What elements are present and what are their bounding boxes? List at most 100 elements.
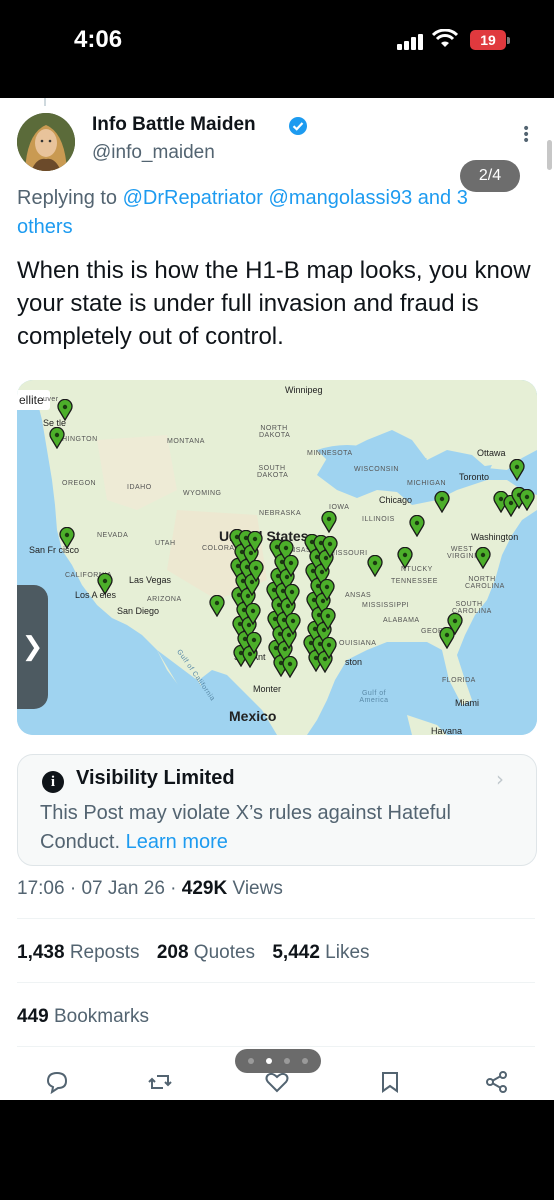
map-label: NORTH DAKOTA [259,425,291,439]
tweet-text: When this is how the H1-B map looks, you… [17,257,531,350]
author-handle[interactable]: @info_maiden [92,142,215,164]
map-pin-icon [285,613,301,635]
map-pin-icon [519,489,535,511]
map-label: San Diego [117,606,160,616]
map-pin-icon [49,427,65,449]
map-pin-icon [397,547,413,569]
map-image[interactable]: ellite ❯ Winnipeg NORTH DAKOTA MONTANA M… [17,380,537,735]
divider [17,982,535,983]
map-pin-icon [367,555,383,577]
map-pin-icon [59,527,75,549]
reposts-stat[interactable]: 1,438 Reposts [17,942,140,963]
map-label: NORTH CAROLINA [465,576,505,590]
map-label: NEBRASKA [259,510,302,517]
divider [17,1046,535,1047]
repost-icon[interactable] [147,1070,173,1094]
map-label: Washington [471,532,519,542]
more-options-icon[interactable]: • • • [522,122,530,148]
map-label: Chicago [379,495,413,505]
share-icon[interactable] [484,1070,510,1094]
wifi-icon [432,29,458,47]
map-label: SOUTH DAKOTA [257,465,289,479]
info-icon: i [42,771,64,793]
map-label: ARIZONA [147,596,182,603]
map-pin-icon [319,579,335,601]
reply-prefix: Replying to [17,187,123,209]
map-label: WYOMING [183,490,222,497]
map-pin-icon [209,595,225,617]
post-meta: 17:06 · 07 Jan 26 · 429K Views [17,878,283,899]
quotes-count: 208 [156,942,189,963]
battery-cap [507,37,510,44]
quotes-stat[interactable]: 208 Quotes [157,942,255,963]
map-pin-icon [409,515,425,537]
map-label: NEVADA [97,532,129,539]
avatar[interactable] [17,113,75,171]
map-label: Ottawa [477,448,506,458]
scrollbar[interactable] [547,140,552,170]
map-label: Monter [253,684,282,694]
reply-context: Replying to @DrRepatriator @mangolassi93… [17,184,522,242]
map-label: OUISIANA [339,640,377,647]
map-pin-icon [475,547,491,569]
battery-icon: 19 [470,30,506,50]
map-label: MISSISSIPPI [362,602,410,609]
map-pin-icon [246,632,262,654]
notice-body: This Post may violate X’s rules against … [40,802,451,853]
status-bar: 4:06 19 [0,0,554,98]
views-count: 429K [181,878,228,899]
views-label: Views [227,878,283,899]
likes-count: 5,442 [272,942,320,963]
map-label: IDAHO [127,484,152,491]
map-pin-icon [434,491,450,513]
map-label: FLORIDA [442,677,476,684]
post-date: 07 Jan 26 [81,878,165,899]
notice-text: This Post may violate X’s rules against … [40,799,510,857]
map-pin-icon [283,555,299,577]
map-label: MICHIGAN [407,480,446,487]
map-pin-icon [245,603,261,625]
map-pin-icon [97,573,113,595]
image-pagination-dots[interactable] [235,1049,321,1073]
map-pin-icon [509,459,525,481]
chevron-right-icon[interactable]: › [496,767,504,791]
bookmarks-count: 449 [17,1006,49,1027]
author-name[interactable]: Info Battle Maiden [92,114,256,136]
map-pin-icon [322,536,338,558]
bottom-bar [0,1100,554,1200]
post-time: 17:06 [17,878,65,899]
map-label: Gulf of America [359,690,389,704]
quotes-label: Quotes [193,942,256,963]
map-label: OREGON [62,480,97,487]
map-label: MONTANA [167,438,205,445]
thread-line [44,98,46,106]
post-view: Info Battle Maiden @info_maiden • • • 2/4 … [0,98,554,1100]
reposts-count: 1,438 [17,942,65,963]
map-label: UTAH [155,540,176,547]
map-pin-icon [282,656,298,678]
divider [17,918,535,919]
bookmarks-label: Bookmarks [53,1006,150,1027]
map-label: WISCONSIN [354,466,399,473]
page-dot [248,1058,254,1064]
map-label: HINGTON [62,436,98,443]
bookmark-icon[interactable] [378,1070,402,1094]
bookmarks-stat[interactable]: 449 Bookmarks [17,1006,149,1028]
map-label: Mexico [229,708,277,724]
page-dot-active [266,1058,272,1064]
map-label: MINNESOTA [307,450,353,457]
map-pin-icon [284,584,300,606]
map-label: Winnipeg [285,385,323,395]
map-label: WEST VIRGINIA [447,546,482,560]
learn-more-link[interactable]: Learn more [126,831,228,853]
like-icon[interactable] [264,1070,290,1094]
map-label: ANSAS [345,592,372,599]
map-pin-icon [57,399,73,421]
status-time: 4:06 [74,26,123,53]
reply-icon[interactable] [44,1070,70,1094]
map-next-arrow-icon[interactable]: ❯ [17,585,48,709]
visibility-notice[interactable]: i Visibility Limited › This Post may vio… [17,754,537,866]
likes-stat[interactable]: 5,442 Likes [272,942,369,963]
page-dot [284,1058,290,1064]
map-label: Toronto [459,472,490,482]
